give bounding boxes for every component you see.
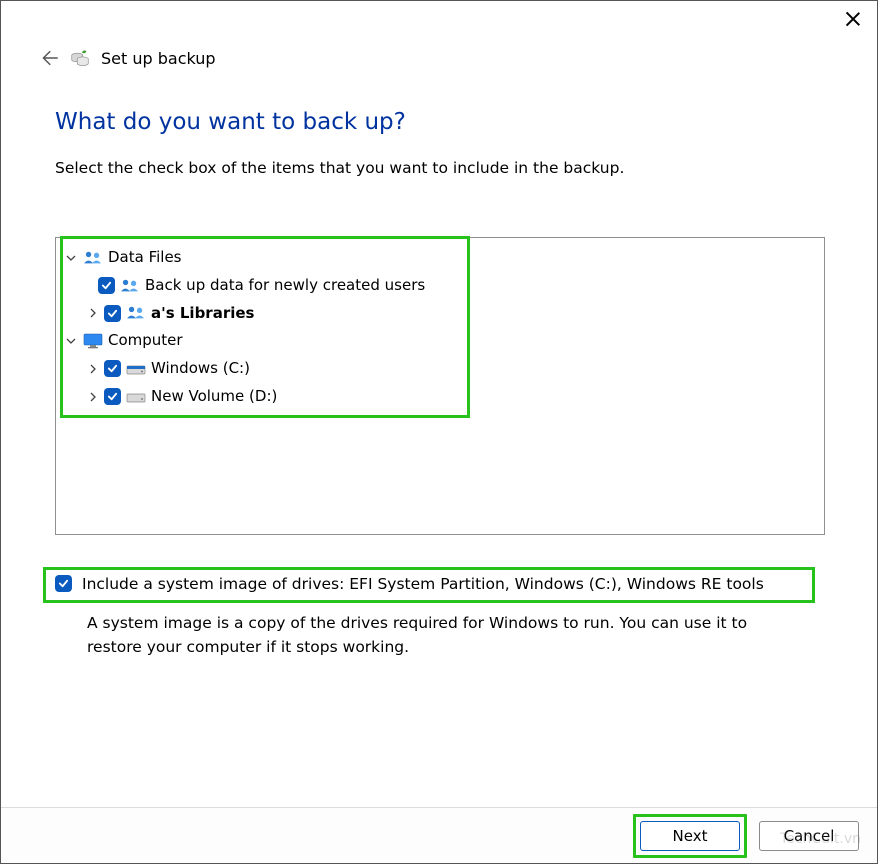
page-heading: What do you want to back up?	[55, 109, 823, 135]
drive-icon	[125, 390, 147, 404]
monitor-icon	[82, 333, 104, 349]
chevron-right-icon[interactable]	[86, 364, 100, 374]
wizard-title: Set up backup	[101, 49, 216, 68]
annotation-highlight-next: Next	[633, 814, 747, 858]
users-icon	[82, 250, 104, 266]
system-image-description: A system image is a copy of the drives r…	[87, 611, 805, 659]
chevron-right-icon[interactable]	[86, 308, 100, 318]
backup-items-tree: Data Files Back up data for newly create…	[55, 237, 825, 535]
backup-wizard-icon	[69, 47, 91, 69]
tree-node-backup-new-users[interactable]: Back up data for newly created users	[64, 272, 824, 300]
checkbox-checked-icon[interactable]	[104, 305, 121, 322]
next-button[interactable]: Next	[640, 821, 740, 851]
users-icon	[125, 305, 147, 321]
tree-node-drive-d[interactable]: New Volume (D:)	[64, 383, 824, 411]
tree-label: Data Files	[108, 244, 182, 272]
tree-label: New Volume (D:)	[151, 383, 277, 411]
wizard-footer: Next Cancel	[1, 807, 877, 863]
cancel-button[interactable]: Cancel	[759, 821, 859, 851]
tree-node-computer[interactable]: Computer	[64, 327, 824, 355]
content-area: What do you want to back up? Select the …	[1, 69, 877, 659]
tree-label: Computer	[108, 327, 183, 355]
checkbox-checked-icon[interactable]	[104, 388, 121, 405]
tree-label: Back up data for newly created users	[145, 272, 425, 300]
back-arrow-icon[interactable]	[37, 47, 59, 69]
close-icon[interactable]	[843, 9, 863, 29]
tree-node-data-files[interactable]: Data Files	[64, 244, 824, 272]
wizard-header: Set up backup	[1, 1, 877, 69]
tree-node-drive-c[interactable]: Windows (C:)	[64, 355, 824, 383]
include-system-image-label: Include a system image of drives: EFI Sy…	[82, 575, 764, 593]
chevron-down-icon[interactable]	[64, 253, 78, 263]
chevron-down-icon[interactable]	[64, 336, 78, 346]
checkbox-checked-icon[interactable]	[98, 277, 115, 294]
checkbox-checked-icon[interactable]	[55, 575, 72, 592]
drive-icon	[125, 362, 147, 376]
tree-node-user-libraries[interactable]: a's Libraries	[64, 300, 824, 328]
chevron-right-icon[interactable]	[86, 392, 100, 402]
checkbox-checked-icon[interactable]	[104, 360, 121, 377]
instruction-text: Select the check box of the items that y…	[55, 159, 823, 177]
tree-label: Windows (C:)	[151, 355, 250, 383]
include-system-image-checkbox[interactable]: Include a system image of drives: EFI Sy…	[55, 575, 823, 593]
tree-label: a's Libraries	[151, 300, 254, 328]
users-icon	[119, 278, 141, 294]
